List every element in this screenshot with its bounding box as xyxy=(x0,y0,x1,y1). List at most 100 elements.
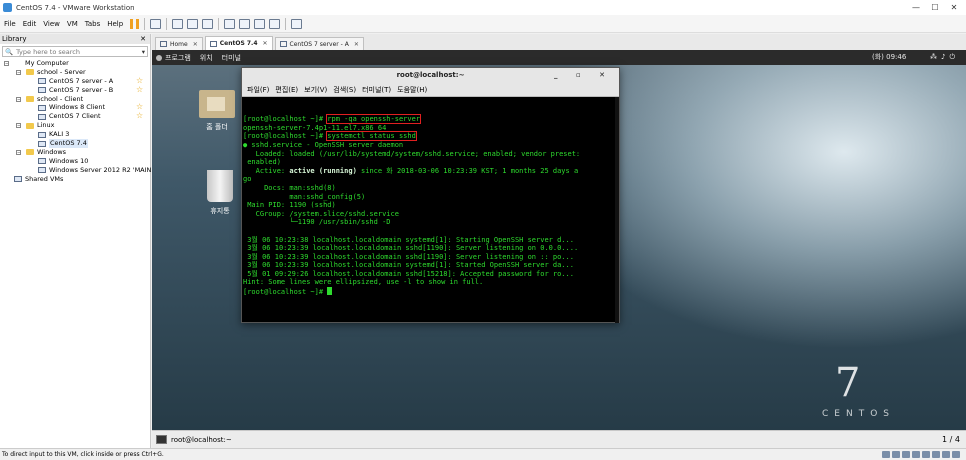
unity-icon[interactable] xyxy=(269,18,281,29)
terminal-scrollbar[interactable] xyxy=(615,97,619,323)
service-active-status: active (running) xyxy=(289,166,357,175)
terminal-line: Main PID: 1190 (sshd) xyxy=(243,201,618,210)
menu-tabs[interactable]: Tabs xyxy=(85,20,101,28)
library-tree-item[interactable]: CentOS 7 server - B ☆ xyxy=(0,85,150,95)
tab-centos-7-4[interactable]: CentOS 7.4 ✕ xyxy=(204,36,273,50)
terminal-window[interactable]: root@localhost:~ _ ▫ ✕ 파일(F) 편집(E) 보기(V)… xyxy=(241,67,620,323)
vm-icon xyxy=(38,104,46,111)
library-tree-item[interactable]: − school - Server xyxy=(0,68,150,77)
tab-centos-7-server-a[interactable]: CentOS 7 server - A ✕ xyxy=(274,37,364,50)
chevron-down-icon[interactable]: ▾ xyxy=(142,48,145,56)
hard-disk-icon[interactable] xyxy=(882,451,890,458)
desktop-icon-home[interactable]: 홈 폴더 xyxy=(197,90,237,132)
console-view-icon[interactable] xyxy=(291,18,303,29)
snapshot-manager-icon[interactable] xyxy=(202,18,214,29)
cd-drive-icon[interactable] xyxy=(892,451,900,458)
terminal-cursor xyxy=(327,287,333,296)
library-tree-item[interactable]: Windows 10 xyxy=(0,157,150,166)
show-library-icon[interactable] xyxy=(224,18,236,29)
terminal-line: Active: active (running) since 화 2018-03… xyxy=(243,167,618,176)
usb-icon[interactable] xyxy=(912,451,920,458)
library-tree-item[interactable]: − My Computer xyxy=(0,59,150,68)
expand-collapse-icon[interactable]: − xyxy=(16,96,21,102)
computer-icon xyxy=(14,61,22,67)
gnome-foot-icon xyxy=(156,54,162,61)
vm-icon xyxy=(38,167,46,174)
close-button[interactable]: ✕ xyxy=(940,0,966,15)
menu-help[interactable]: Help xyxy=(107,20,123,28)
network-adapter-icon[interactable] xyxy=(902,451,910,458)
terminal-output[interactable]: [root@localhost ~]# rpm -qa openssh-serv… xyxy=(242,97,619,323)
favorite-star-icon[interactable]: ☆ xyxy=(136,111,143,121)
status-message: To direct input to this VM, click inside… xyxy=(2,451,164,458)
thumbnail-bar-icon[interactable] xyxy=(239,18,251,29)
terminal-app-menu[interactable]: 터미널 xyxy=(222,53,241,63)
menu-vm[interactable]: VM xyxy=(67,20,78,28)
library-tree-item[interactable]: CentOS 7.4 xyxy=(0,139,150,148)
menu-file[interactable]: File xyxy=(4,20,16,28)
close-tab-icon[interactable]: ✕ xyxy=(263,40,268,47)
close-tab-icon[interactable]: ✕ xyxy=(354,41,359,48)
menu-view[interactable]: View xyxy=(43,20,60,28)
desktop-icon-trash[interactable]: 휴지통 xyxy=(200,170,240,216)
terminal-text: Docs: man:sshd(8) xyxy=(243,183,336,192)
library-title: Library xyxy=(2,35,27,43)
vm-icon xyxy=(38,140,46,147)
terminal-menu-terminal[interactable]: 터미널(T) xyxy=(362,85,391,95)
network-icon: ⁂ xyxy=(930,53,941,61)
close-tab-icon[interactable]: ✕ xyxy=(193,41,198,48)
library-tree-item[interactable]: − school - Client xyxy=(0,95,150,104)
terminal-menu-view[interactable]: 보기(V) xyxy=(304,85,327,95)
expand-collapse-icon[interactable]: − xyxy=(16,149,21,155)
library-tree-label: CentOS 7 server - B xyxy=(49,85,114,94)
terminal-menu-edit[interactable]: 편집(E) xyxy=(275,85,298,95)
message-log-icon[interactable] xyxy=(952,451,960,458)
library-close-icon[interactable]: ✕ xyxy=(140,34,146,44)
tab-label: Home xyxy=(170,40,188,48)
library-tree-item[interactable]: KALI 3 xyxy=(0,130,150,139)
workspace-pager[interactable]: 1 / 4 xyxy=(942,431,960,449)
tab-home[interactable]: Home ✕ xyxy=(155,37,203,50)
library-tree-item[interactable]: − Linux xyxy=(0,121,150,130)
applications-menu[interactable]: 프로그램 xyxy=(156,53,191,63)
toolbar-separator xyxy=(285,17,287,30)
terminal-menu-search[interactable]: 검색(S) xyxy=(333,85,356,95)
expand-collapse-icon[interactable]: − xyxy=(16,69,21,75)
display-icon[interactable] xyxy=(942,451,950,458)
library-tree-item[interactable]: Windows Server 2012 R2 'MAIN' xyxy=(0,166,153,175)
terminal-line: [root@localhost ~]# xyxy=(243,287,618,296)
toolbar-separator xyxy=(166,17,168,30)
expand-collapse-icon[interactable]: − xyxy=(16,123,21,129)
terminal-menu-file[interactable]: 파일(F) xyxy=(247,85,269,95)
system-tray[interactable]: ⁂♪⏻ xyxy=(930,50,959,65)
expand-collapse-icon[interactable]: − xyxy=(4,61,9,66)
send-ctrl-alt-del-icon[interactable] xyxy=(150,18,162,29)
library-tree-item[interactable]: CentOS 7 server - A ☆ xyxy=(0,76,150,86)
revert-snapshot-icon[interactable] xyxy=(187,18,199,29)
printer-icon[interactable] xyxy=(932,451,940,458)
library-tree-item[interactable]: CentOS 7 Client ☆ xyxy=(0,111,150,121)
library-search-input[interactable]: 🔍 Type here to search ▾ xyxy=(2,46,148,57)
terminal-text: man:sshd_config(5) xyxy=(243,192,366,201)
search-icon: 🔍 xyxy=(5,47,14,56)
terminal-menu-help[interactable]: 도움말(H) xyxy=(397,85,427,95)
menu-edit[interactable]: Edit xyxy=(23,20,37,28)
vm-icon xyxy=(14,176,22,183)
terminal-text: ● sshd.service - OpenSSH server daemon xyxy=(243,140,404,149)
terminal-window-controls[interactable]: _ ▫ ✕ xyxy=(554,68,613,83)
places-menu[interactable]: 위치 xyxy=(200,53,213,63)
full-screen-icon[interactable] xyxy=(254,18,266,29)
library-tree-item[interactable]: − Windows xyxy=(0,148,150,157)
clock[interactable]: (화) 09:46 xyxy=(872,50,906,65)
taskbar-item-terminal[interactable]: root@localhost:~ xyxy=(171,436,232,444)
library-tree-item[interactable]: Shared VMs xyxy=(0,175,150,184)
favorite-star-icon[interactable]: ☆ xyxy=(136,85,143,95)
library-tree: − My Computer − school - Server CentOS 7 ser… xyxy=(0,59,153,184)
snapshot-icon[interactable] xyxy=(172,18,184,29)
vm-console[interactable]: 프로그램 위치 터미널 (화) 09:46 ⁂♪⏻ 홈 폴더 휴지통 root@… xyxy=(152,50,966,430)
sound-card-icon[interactable] xyxy=(922,451,930,458)
pause-icon[interactable] xyxy=(130,18,140,29)
library-tree-item[interactable]: Windows 8 Client ☆ xyxy=(0,103,150,112)
library-tree-label: My Computer xyxy=(25,59,69,67)
